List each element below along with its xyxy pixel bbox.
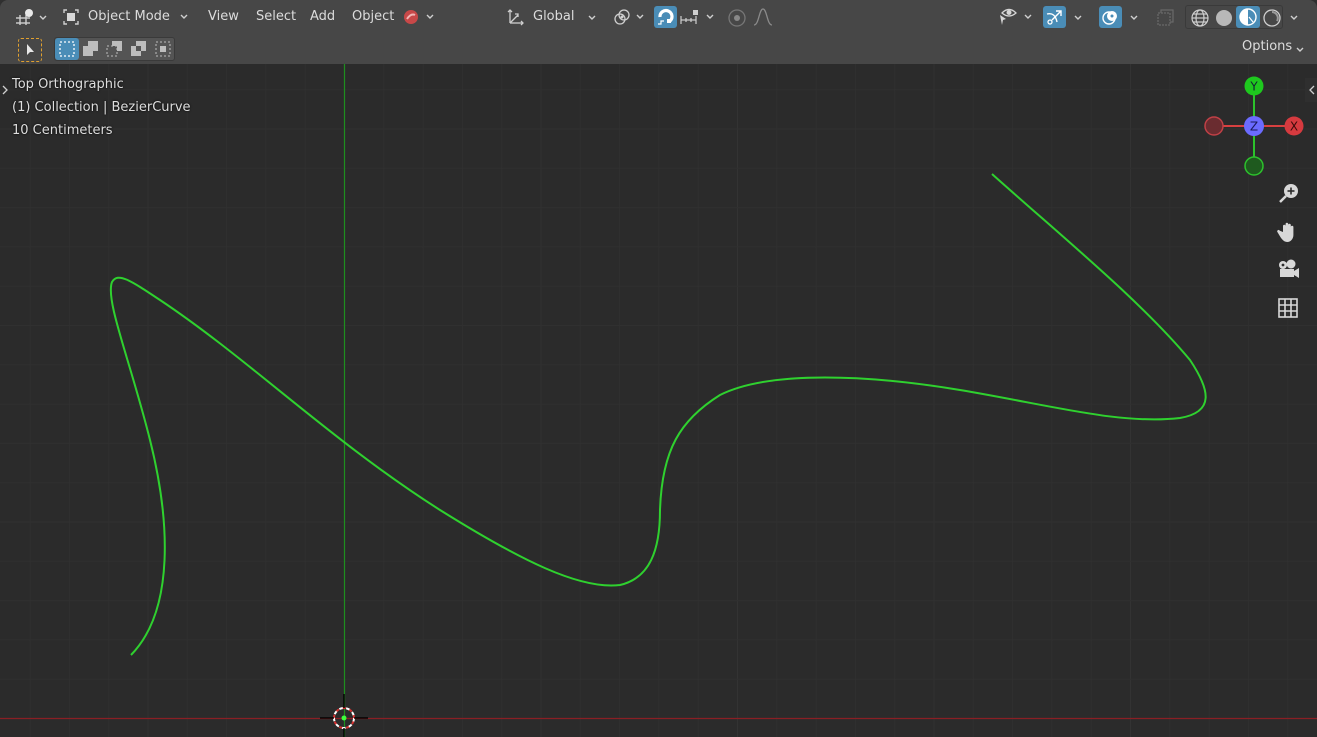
options-label: Options	[1242, 39, 1293, 54]
gizmo-icon	[1045, 8, 1064, 30]
camera-icon	[1279, 259, 1299, 278]
options-dropdown[interactable]: Options	[1240, 34, 1310, 64]
xray-toggle[interactable]	[1156, 8, 1176, 32]
falloff-curve-icon	[752, 7, 774, 31]
proportional-falloff-dropdown[interactable]	[752, 7, 782, 27]
orientation-label: Global	[533, 9, 575, 24]
select-mode-subtract[interactable]	[103, 38, 127, 60]
gizmo-y[interactable]: Y	[1244, 76, 1264, 96]
chevron-down-icon	[704, 11, 716, 23]
menu-add[interactable]: Add	[310, 0, 335, 34]
shading-solid-button[interactable]	[1212, 7, 1236, 29]
header-row-main: Object Mode View Select Add Object Globa…	[0, 0, 1317, 34]
overlay-dropdown[interactable]	[1128, 12, 1140, 24]
proportional-editing-toggle[interactable]	[727, 8, 747, 32]
shading-wireframe-button[interactable]	[1188, 7, 1212, 29]
mode-dropdown[interactable]: Object Mode	[62, 5, 192, 29]
gizmo-neg-x[interactable]	[1204, 116, 1224, 136]
chevron-down-icon	[586, 12, 598, 24]
zoom-icon	[1279, 184, 1298, 203]
magnet-icon	[656, 8, 675, 30]
transform-orientation-dropdown[interactable]: Global	[506, 5, 600, 29]
select-mode-intersect[interactable]	[151, 38, 175, 60]
snap-toggle[interactable]	[654, 6, 677, 28]
menu-select[interactable]: Select	[256, 0, 296, 34]
shading-options-dropdown[interactable]	[1288, 12, 1300, 24]
3d-viewport[interactable]: Top Orthographic (1) Collection | Bezier…	[0, 64, 1317, 737]
hand-icon	[1277, 222, 1294, 242]
overlay-toggle[interactable]	[1099, 6, 1122, 28]
gizmo-dropdown[interactable]	[1072, 12, 1084, 24]
bezier-curve[interactable]	[109, 173, 1207, 656]
collection-info: (1) Collection | BezierCurve	[12, 100, 191, 115]
visibility-dropdown[interactable]	[998, 6, 1034, 28]
overlay-icon	[1101, 8, 1120, 30]
menu-object[interactable]: Object	[352, 0, 394, 34]
transform-pivot-dropdown[interactable]	[402, 8, 438, 28]
zoom-view-button[interactable]	[1274, 180, 1302, 208]
header-row-tools: Options	[0, 34, 1317, 64]
chevron-down-icon	[634, 11, 646, 23]
select-mode-extend[interactable]	[79, 38, 103, 60]
editor-type-button[interactable]	[15, 6, 49, 28]
eye-icon	[998, 7, 1020, 31]
ortho-toggle-button[interactable]	[1274, 294, 1302, 322]
chevron-down-icon	[37, 12, 49, 24]
cursor-arrow-icon	[27, 44, 34, 55]
viewport-editor-icon	[15, 8, 35, 30]
chevron-down-icon	[178, 11, 190, 23]
link-icon	[612, 7, 632, 31]
viewport-header: Object Mode View Select Add Object Globa…	[0, 0, 1317, 64]
grid-icon	[1278, 298, 1298, 318]
select-tool-button[interactable]	[18, 38, 42, 62]
pivot-icon	[402, 8, 420, 30]
snap-target-dropdown[interactable]	[680, 6, 718, 28]
grid	[0, 64, 1317, 737]
camera-view-button[interactable]	[1274, 256, 1302, 284]
pan-view-button[interactable]	[1274, 218, 1302, 246]
3d-cursor[interactable]	[320, 694, 368, 737]
navigation-gizmo[interactable]: Y X Z	[1200, 74, 1310, 184]
orientation-icon	[506, 7, 526, 31]
chevron-down-icon	[424, 11, 436, 23]
snap-increment-icon	[680, 8, 700, 30]
gizmo-neg-y[interactable]	[1244, 156, 1264, 176]
pivot-point-dropdown[interactable]	[612, 7, 646, 27]
chevron-down-icon	[1022, 11, 1034, 23]
select-mode-set[interactable]	[55, 38, 79, 60]
gizmo-z-label: Z	[1250, 120, 1258, 134]
shading-rendered-button[interactable]	[1260, 7, 1284, 29]
shading-material-preview-button[interactable]	[1236, 6, 1260, 28]
mode-label: Object Mode	[88, 9, 170, 24]
gizmo-toggle[interactable]	[1043, 6, 1066, 28]
viewport-canvas	[0, 64, 1317, 737]
select-mode-invert[interactable]	[127, 38, 151, 60]
gizmo-z[interactable]: Z	[1244, 116, 1264, 136]
toolbar-expand-toggle[interactable]	[0, 78, 12, 102]
object-mode-icon	[62, 8, 80, 30]
menu-view[interactable]: View	[208, 0, 239, 34]
select-mode-group	[54, 37, 175, 61]
chevron-down-icon	[1294, 44, 1306, 56]
view-name: Top Orthographic	[12, 77, 124, 92]
gizmo-y-label: Y	[1249, 80, 1258, 94]
grid-scale: 10 Centimeters	[12, 123, 113, 138]
gizmo-x-label: X	[1290, 120, 1298, 134]
shading-mode-group	[1185, 5, 1283, 29]
gizmo-x[interactable]: X	[1284, 116, 1304, 136]
